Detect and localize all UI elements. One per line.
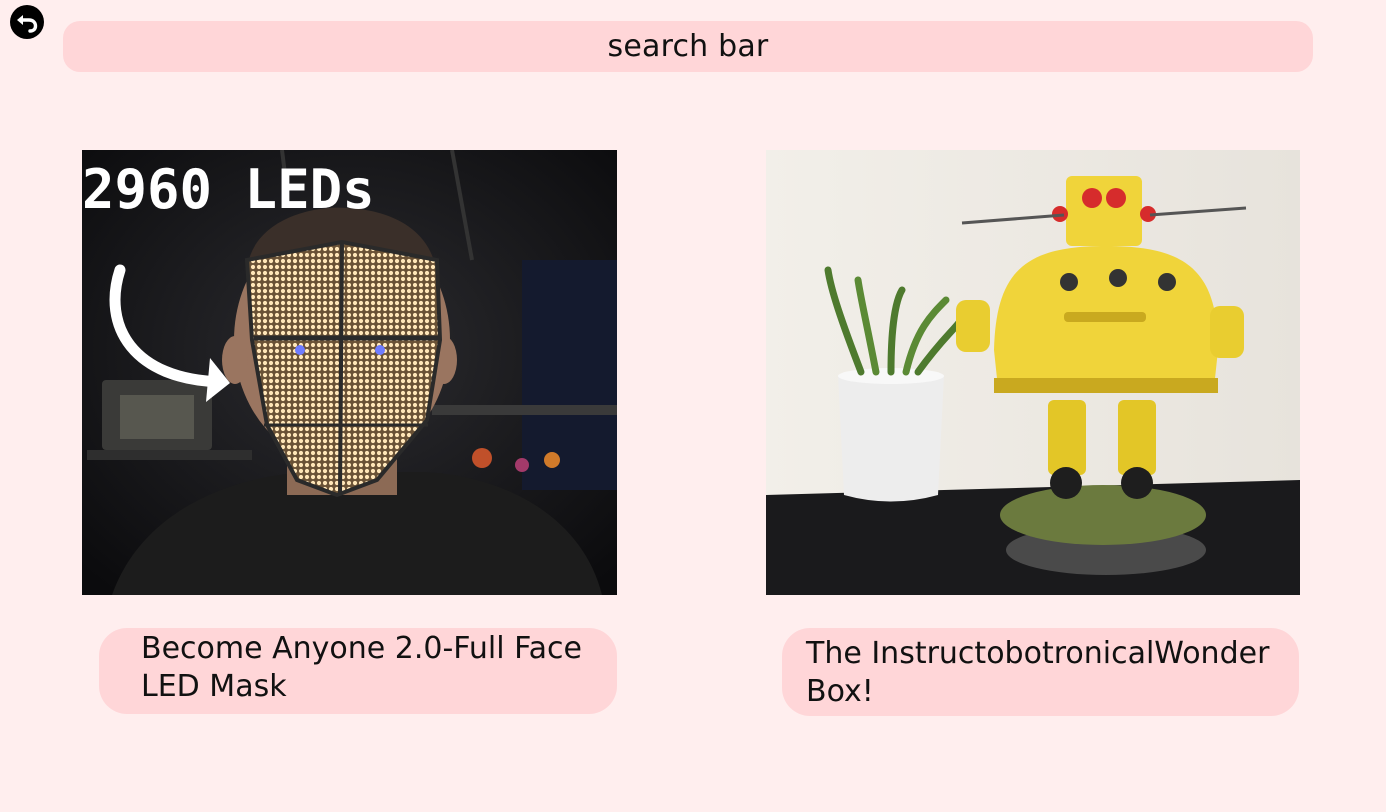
project-title-robot[interactable]: The InstructobotronicalWonder Box! xyxy=(782,628,1299,716)
project-title-text: Become Anyone 2.0-Full Face LED Mask xyxy=(141,631,582,704)
project-title-text: The InstructobotronicalWonder Box! xyxy=(806,636,1270,709)
back-button[interactable] xyxy=(10,5,44,39)
search-bar[interactable]: search bar xyxy=(63,21,1313,72)
project-image-led-mask[interactable]: 2960 LEDs xyxy=(82,150,617,595)
back-arrow-icon xyxy=(17,15,38,33)
project-image-robot[interactable] xyxy=(766,150,1300,595)
search-bar-label: search bar xyxy=(607,29,769,64)
project-title-led-mask[interactable]: Become Anyone 2.0-Full Face LED Mask xyxy=(99,628,617,714)
led-mask-photo: 2960 LEDs xyxy=(82,150,617,595)
yellow-robot-photo xyxy=(766,150,1300,595)
led-count-caption: 2960 LEDs xyxy=(82,158,375,221)
